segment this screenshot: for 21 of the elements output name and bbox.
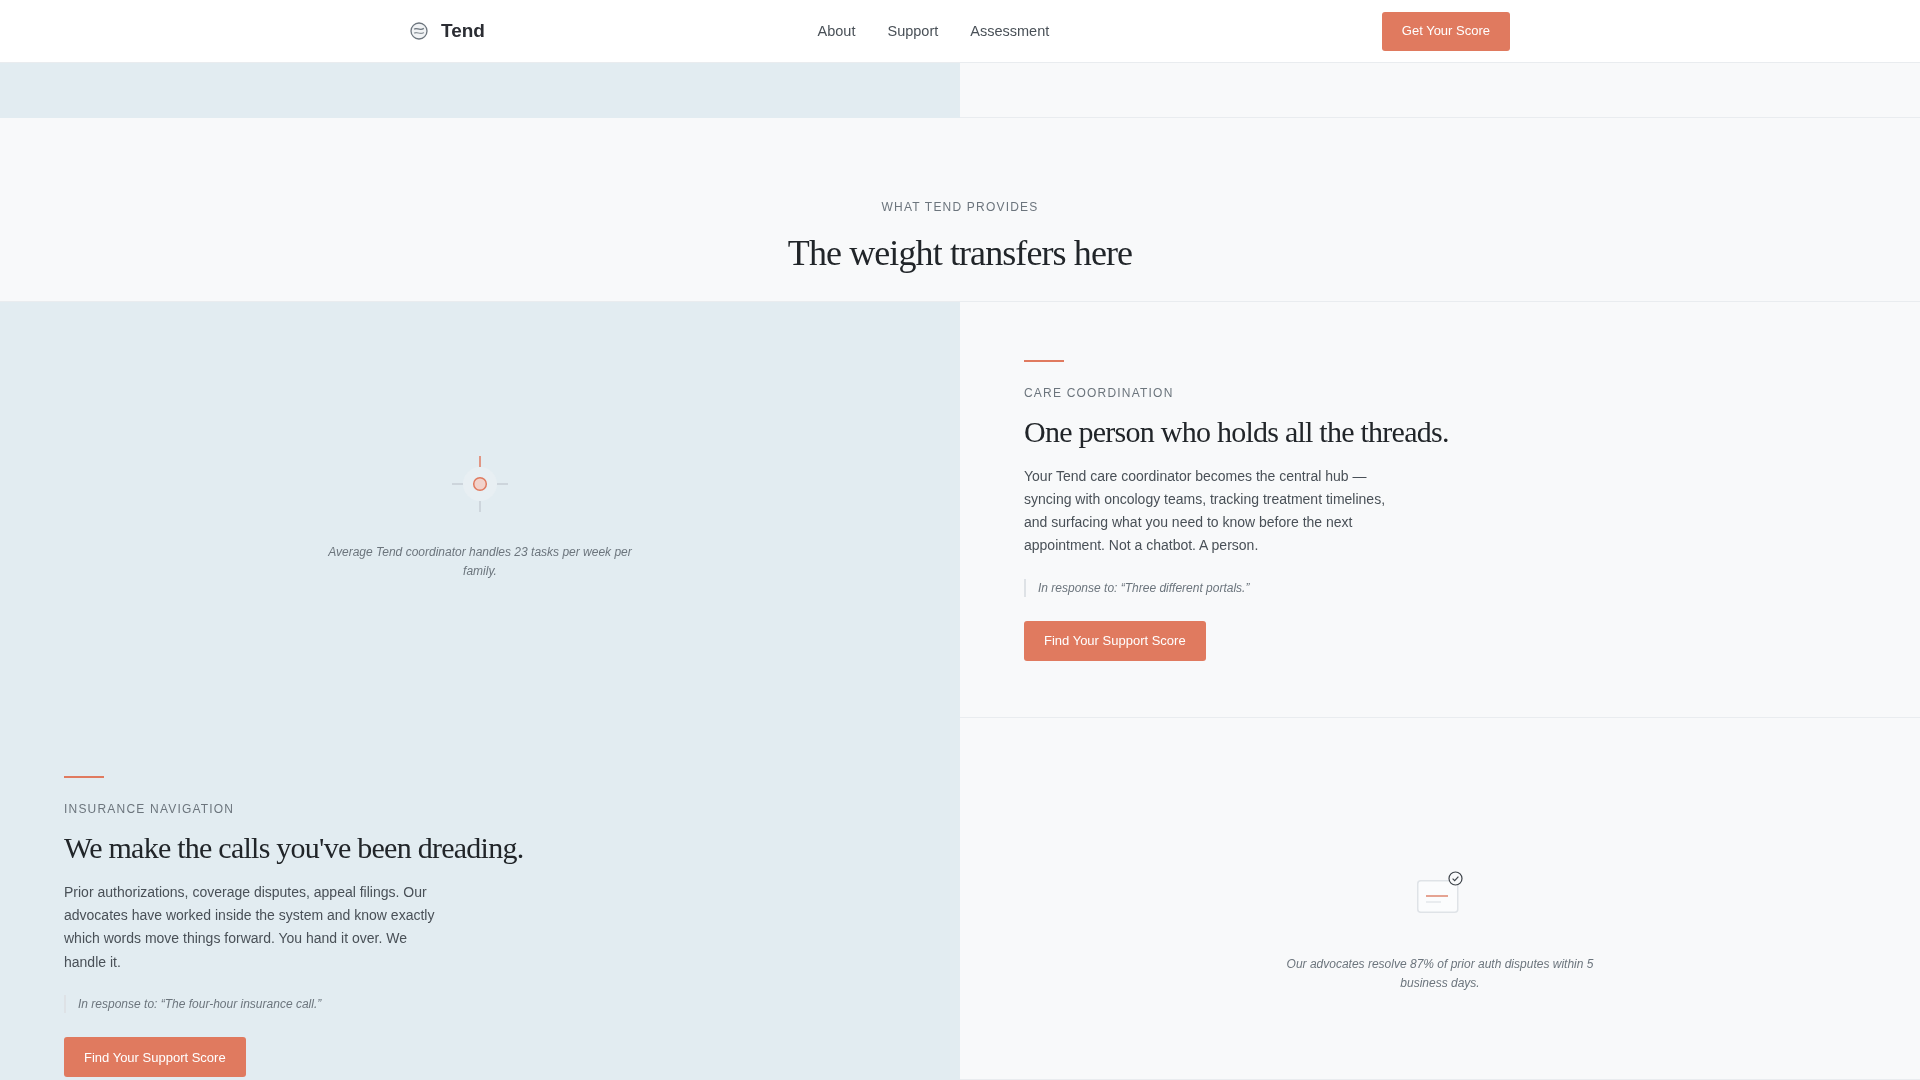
accent-line	[64, 776, 104, 779]
section-eyebrow: WHAT TEND PROVIDES	[880, 199, 1040, 216]
feature-heading: One person who holds all the threads.	[1024, 414, 1450, 450]
response-quote: In response to: “Three different portals.”	[1024, 579, 1856, 598]
feature-description: Prior authorizations, coverage disputes, appeal filings. Our advocates have worked inside the system and know exactly which words move things forward. You hand it over. We handle it.	[64, 882, 436, 972]
feature-heading: We make the calls you've been dreading.	[64, 830, 525, 867]
card-check-icon	[1417, 870, 1463, 913]
response-quote: In response to: “The four-hour insurance call.”	[64, 995, 896, 1014]
nav-link[interactable]: Assessment	[970, 21, 1050, 41]
logo-icon	[410, 22, 428, 40]
feature-eyebrow: CARE COORDINATION	[1024, 385, 1175, 402]
nav-link[interactable]: Support	[887, 21, 939, 41]
stat-caption: Our advocates resolve 87% of prior auth disputes within 5 business days.	[1285, 955, 1595, 992]
feature-eyebrow: INSURANCE NAVIGATION	[64, 801, 236, 819]
crosshair-icon	[452, 455, 508, 512]
section-heading: The weight transfers here	[786, 232, 1134, 275]
brand-link[interactable]: Tend	[410, 19, 485, 43]
stat-caption: Average Tend coordinator handles 23 tasks per week per family.	[327, 543, 633, 580]
accent-line	[1024, 360, 1064, 362]
nav-link[interactable]: About	[817, 21, 856, 41]
feature-description: Your Tend care coordinator becomes the central hub — syncing with oncology teams, tracking treatment timelines, and surfacing what you need to know before the next appointment. Not a chatbot. A person.	[1024, 466, 1387, 556]
